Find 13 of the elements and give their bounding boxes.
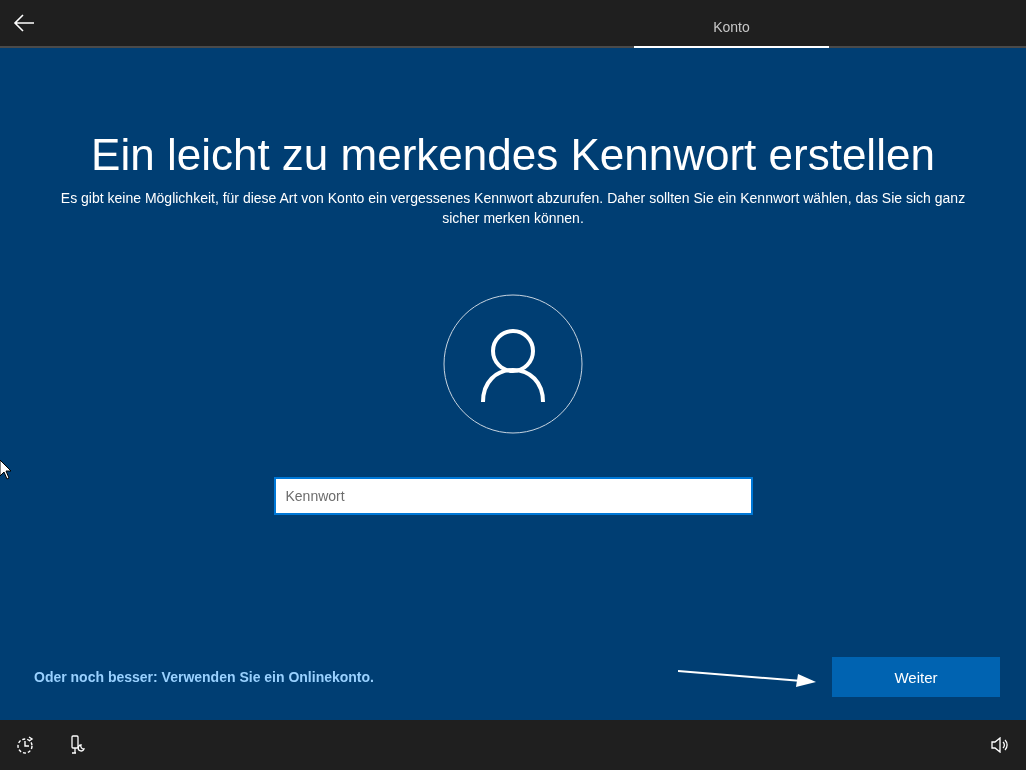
dashed-clock-icon bbox=[16, 735, 36, 755]
user-avatar-icon bbox=[443, 294, 583, 434]
speaker-icon bbox=[991, 737, 1009, 753]
mouse-cursor-icon bbox=[0, 460, 12, 480]
tab[interactable]: Konto bbox=[634, 2, 829, 48]
next-button[interactable]: Weiter bbox=[832, 657, 1000, 697]
description-text: Es gibt keine Möglichkeit, für diese Art von Konto ein vergessenes Kennwort abzurufen. Daher sollten Sie ein Kennwort wählen, das Sie sich ganz sicher merken können. bbox=[59, 189, 967, 228]
arrow-icon bbox=[678, 667, 818, 687]
online-account-link[interactable]: Oder noch besser: Verwenden Sie ein Onlinekonto. bbox=[34, 669, 374, 685]
microphone-moon-icon bbox=[69, 735, 87, 755]
back-arrow-icon bbox=[13, 12, 35, 33]
page-title: Ein leicht zu merkendes Kennwort erstellen bbox=[91, 129, 935, 181]
password-field[interactable]: Kennwort bbox=[273, 477, 753, 515]
